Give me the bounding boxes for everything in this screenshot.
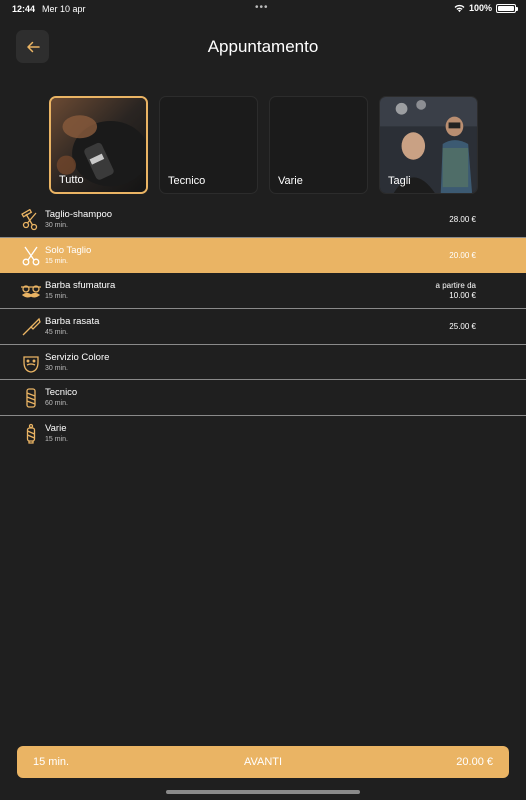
service-row-barba-rasata[interactable]: Barba rasata 45 min. 25.00 € (0, 309, 526, 345)
service-row-barba-sfumatura[interactable]: Barba sfumatura 15 min. a partire da 10.… (0, 273, 526, 310)
service-price: 25.00 € (449, 322, 476, 332)
scissors-comb-icon (21, 209, 38, 231)
status-date: Mer 10 apr (42, 4, 86, 14)
service-name: Varie (45, 423, 67, 435)
service-duration: 30 min. (45, 222, 68, 229)
footer-label: AVANTI (243, 756, 283, 768)
barber-pole-icon (26, 423, 36, 444)
category-label: Tutto (59, 174, 84, 186)
category-card-tagli[interactable]: Tagli (379, 96, 478, 194)
service-row-tecnico[interactable]: Tecnico 60 min. (0, 380, 526, 417)
bearded-face-icon (23, 356, 39, 373)
service-duration: 45 min. (45, 329, 68, 337)
service-duration: 60 min. (45, 400, 68, 408)
service-row-solo-taglio[interactable]: Solo Taglio 15 min. 20.00 € (0, 237, 526, 274)
service-price: 10.00 € (449, 291, 476, 301)
razor-icon (22, 317, 41, 336)
service-name: Barba sfumatura (45, 280, 116, 292)
service-list: Taglio-shampoo 30 min. 28.00 € Solo Tagl… (0, 202, 526, 452)
service-name: Tecnico (45, 387, 78, 399)
service-row-servizio-colore[interactable]: Servizio Colore 30 min. (0, 345, 526, 381)
scissors-icon (22, 246, 40, 266)
category-card-tutto[interactable]: Tutto (49, 96, 148, 194)
service-row-taglio-shampoo[interactable]: Taglio-shampoo 30 min. 28.00 € (0, 202, 526, 238)
service-duration: 15 min. (45, 293, 68, 301)
page-title: Appuntamento (207, 37, 319, 56)
status-time: 12:44 (12, 4, 36, 14)
service-price: 28.00 € (449, 215, 476, 224)
status-bar: 12:44 Mer 10 apr ••• 100% (0, 0, 526, 18)
service-duration: 15 min. (45, 436, 68, 444)
category-card-varie[interactable]: Varie (269, 96, 368, 194)
home-indicator[interactable] (166, 790, 360, 794)
service-duration: 30 min. (45, 364, 68, 372)
next-button[interactable]: 15 min. AVANTI 20.00 € (17, 746, 509, 778)
service-price-prefix: a partire da (435, 281, 476, 291)
battery-percent: 100% (468, 3, 492, 13)
wifi-icon (454, 4, 465, 12)
footer-total: 20.00 € (456, 756, 493, 768)
multitasking-dots-icon[interactable]: ••• (255, 2, 269, 13)
service-row-varie[interactable]: Varie 15 min. (0, 416, 526, 452)
battery-icon (496, 3, 518, 13)
category-list: Tutto Tecnico Varie Tagli (49, 96, 478, 194)
service-price: 20.00 € (449, 250, 476, 260)
mustache-glasses-icon (21, 285, 41, 298)
service-name: Barba rasata (45, 316, 100, 328)
status-right: 100% (454, 3, 518, 13)
category-label: Varie (278, 175, 303, 187)
category-label: Tecnico (168, 175, 206, 187)
service-duration: 15 min. (45, 257, 68, 265)
category-card-tecnico[interactable]: Tecnico (159, 96, 258, 194)
barber-pole-icon (26, 388, 36, 409)
category-label: Tagli (388, 175, 411, 187)
service-name: Taglio-shampoo (45, 209, 113, 220)
service-name: Servizio Colore (45, 351, 110, 363)
service-name: Solo Taglio (45, 244, 92, 256)
